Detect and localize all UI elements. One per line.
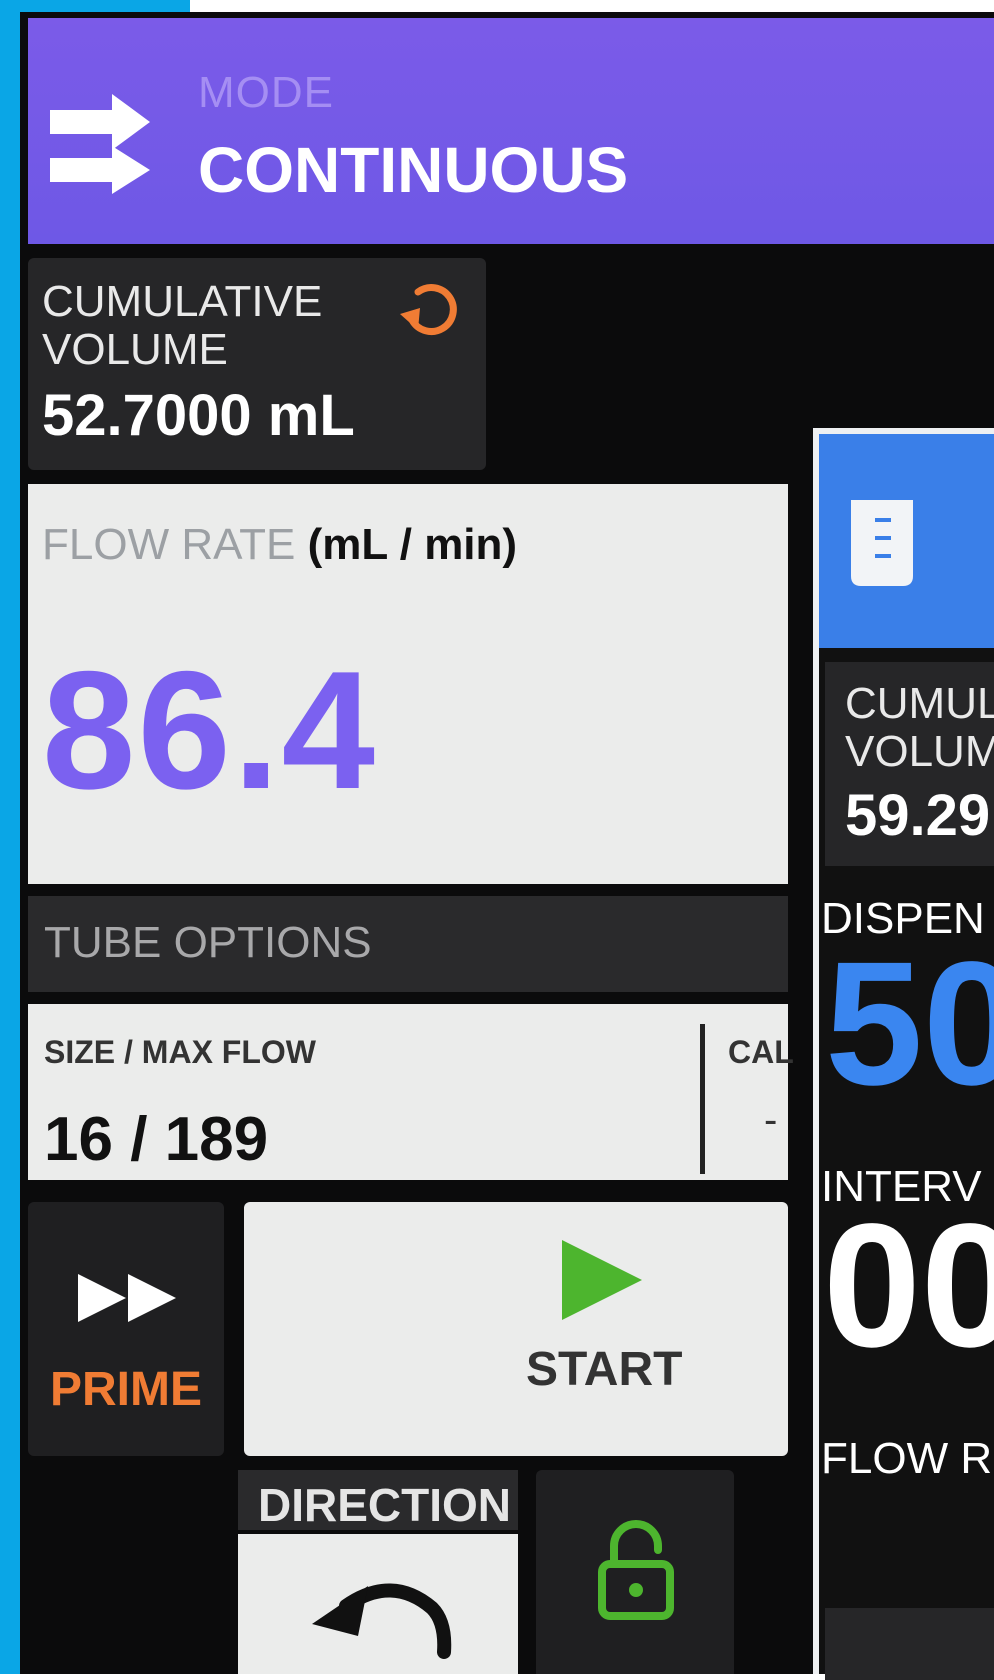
swap-arrows-icon [50,94,150,194]
second-cumulative-volume-label: CUMUL VOLUM [845,679,994,776]
cumulative-volume-value: 52.7000 mL [42,383,355,448]
unlock-icon [598,1520,674,1620]
cumulative-volume-card: CUMULATIVE VOLUME 52.7000 mL [28,258,486,470]
prime-label: PRIME [50,1363,203,1416]
reset-icon[interactable] [398,274,466,342]
start-label: START [526,1343,683,1396]
flow-rate-label: FLOW RATE (mL / min) [42,520,517,570]
dispense-value[interactable]: 50 [825,934,994,1114]
interval-value[interactable]: 00 [823,1196,994,1376]
flow-rate-panel[interactable]: FLOW RATE (mL / min) 86.4 [28,484,788,884]
direction-header: DIRECTION [238,1470,518,1531]
tube-options-panel[interactable]: SIZE / MAX FLOW 16 / 189 CAL - [28,1004,794,1180]
dispense-icon [851,500,913,586]
direction-button[interactable] [238,1534,518,1674]
tube-options-header: TUBE OPTIONS [28,896,788,992]
tube-options-label: TUBE OPTIONS [44,918,372,967]
calibration-label: CAL [728,1034,794,1070]
counterclockwise-arrow-icon [312,1583,452,1659]
size-max-flow-label: SIZE / MAX FLOW [44,1034,316,1070]
play-icon [562,1240,642,1320]
fast-forward-icon [78,1274,176,1322]
mode-header[interactable]: MODE CONTINUOUS [28,18,994,244]
mode-value: CONTINUOUS [198,134,629,206]
second-cumulative-volume-card: CUMUL VOLUM 59.29 [825,662,994,866]
second-cumulative-volume-value: 59.29 [845,783,991,848]
dispense-mode-header[interactable] [819,434,994,648]
second-pump-screen: CUMUL VOLUM 59.29 DISPEN 50 INTERV 00 FL… [813,428,994,1680]
start-button[interactable]: START [244,1202,788,1456]
calibration-value: - [764,1098,778,1142]
mode-label: MODE [198,68,334,117]
second-flow-rate-label: FLOW R [821,1434,993,1483]
flow-rate-value: 86.4 [42,636,377,824]
flow-rate-unit: (mL / min) [307,520,518,569]
prime-button[interactable]: PRIME [28,1202,224,1456]
direction-label: DIRECTION [258,1479,511,1531]
second-bottom-button[interactable] [825,1608,994,1680]
tube-divider [700,1024,705,1174]
size-max-flow-value: 16 / 189 [44,1105,269,1174]
flow-rate-title: FLOW RATE [42,520,296,569]
lock-button[interactable] [536,1470,734,1674]
background-gap [190,0,994,12]
cumulative-volume-label: CUMULATIVE VOLUME [42,277,323,374]
